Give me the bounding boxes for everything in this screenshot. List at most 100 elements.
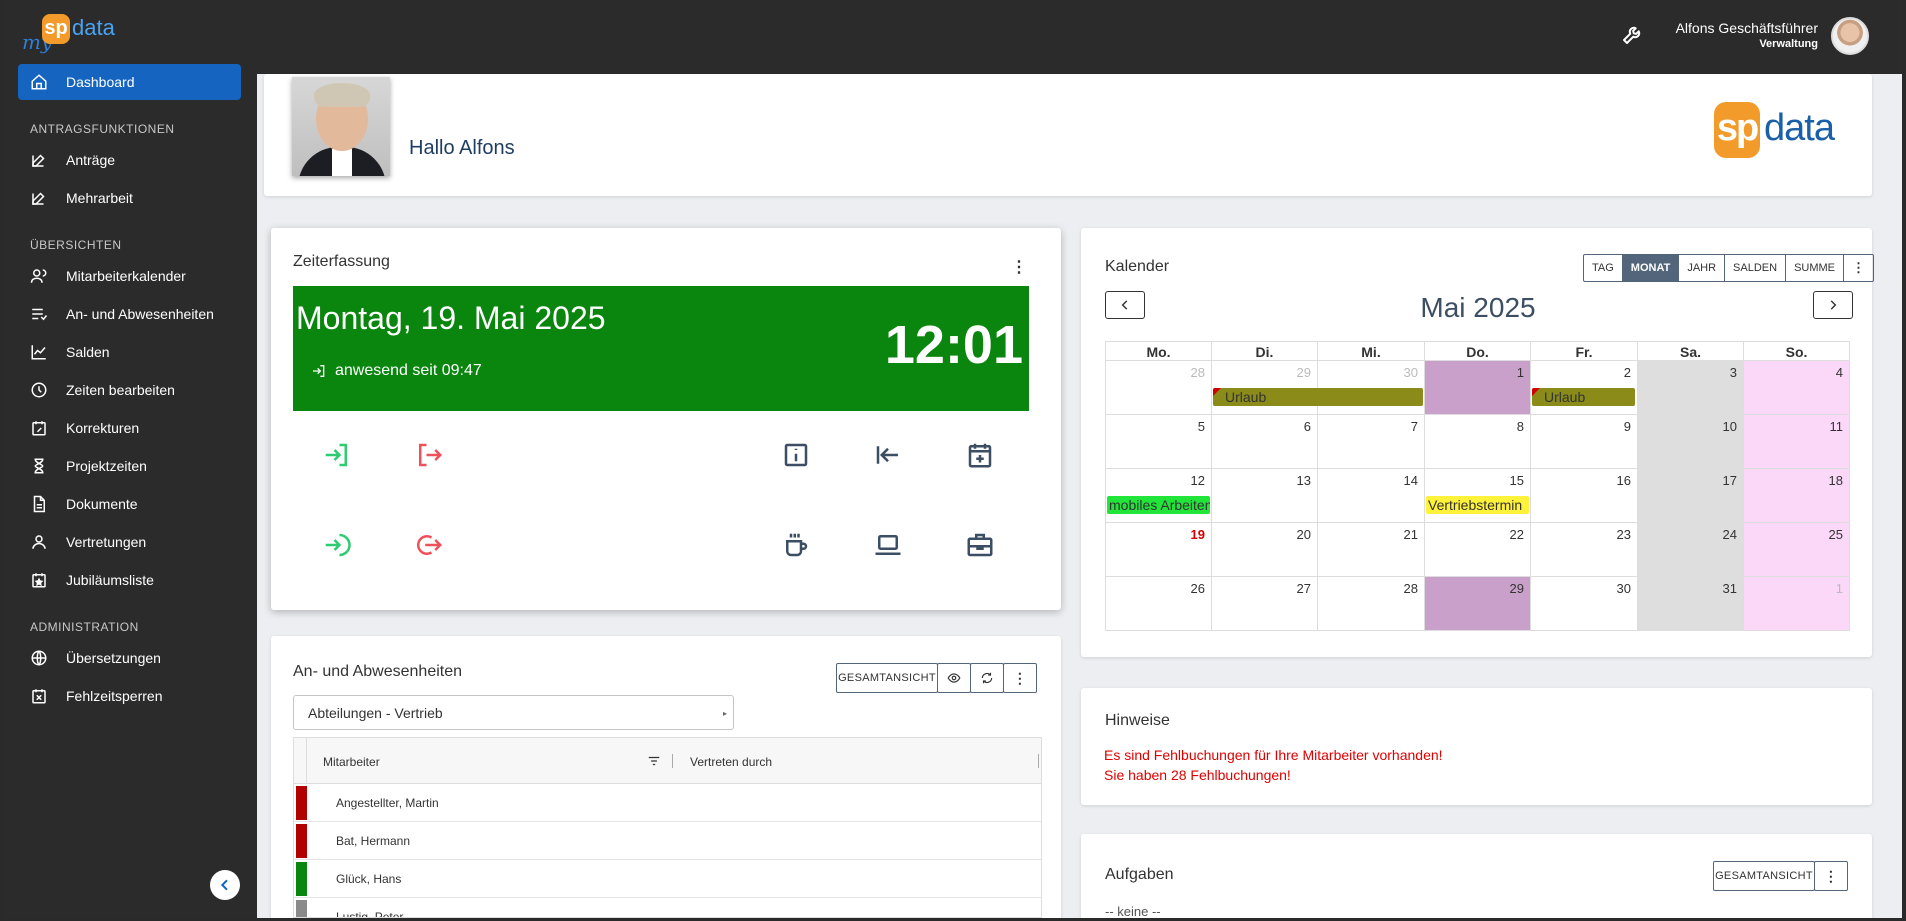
calendar-day[interactable]: 27 [1211, 576, 1318, 631]
calendar-day-sunday[interactable]: 4 [1743, 360, 1850, 415]
kommen-button[interactable] [317, 435, 357, 475]
calendar-day[interactable]: 23 [1530, 522, 1638, 577]
sidebar-item-fehlzeitsperren[interactable]: Fehlzeitsperren [18, 678, 241, 714]
calendar-day-weekend[interactable]: 17 [1637, 468, 1744, 523]
zeiterfassung-menu-button[interactable]: ⋮ [1004, 252, 1034, 282]
calendar-day[interactable]: 22 [1424, 522, 1531, 577]
calendar-day-weekend[interactable]: 10 [1637, 414, 1744, 469]
info-icon [784, 443, 808, 467]
kalender-menu-button[interactable]: ⋮ [1844, 255, 1873, 281]
employee-name: Lustig, Peter [336, 910, 404, 918]
calendar-day[interactable]: 30 [1530, 576, 1638, 631]
user-name[interactable]: Alfons Geschäftsführer [1676, 20, 1818, 36]
info-button[interactable] [776, 435, 816, 475]
view-monat-button[interactable]: MONAT [1622, 255, 1680, 281]
gehen-button[interactable] [409, 435, 449, 475]
calendar-add-button[interactable] [960, 435, 1000, 475]
calendar-day-weekend[interactable]: 3 [1637, 360, 1744, 415]
table-row[interactable]: Bat, Hermann [294, 822, 1041, 860]
calendar-day[interactable]: 7 [1317, 414, 1425, 469]
sidebar-item-anwesenheiten[interactable]: An- und Abwesenheiten [18, 296, 241, 332]
table-row[interactable]: Angestellter, Martin [294, 784, 1041, 822]
filter-icon[interactable] [647, 754, 661, 768]
view-tag-button[interactable]: TAG [1584, 255, 1623, 281]
aufgaben-gesamtansicht-button[interactable]: GESAMTANSICHT [1713, 861, 1815, 891]
calendar-day-today[interactable]: 19 [1105, 522, 1212, 577]
event-urlaub[interactable]: Urlaub [1532, 388, 1635, 406]
sidebar-item-korrekturen[interactable]: Korrekturen [18, 410, 241, 446]
employee-name: Bat, Hermann [336, 834, 411, 848]
event-mobiles-arbeiten[interactable]: mobiles Arbeiten [1107, 496, 1210, 514]
calendar-day-weekend[interactable]: 31 [1637, 576, 1744, 631]
calendar-day[interactable]: 26 [1105, 576, 1212, 631]
calendar-day[interactable]: 9 [1530, 414, 1638, 469]
pause-button[interactable] [776, 525, 816, 565]
view-salden-button[interactable]: SALDEN [1725, 255, 1787, 281]
wrench-icon[interactable] [1621, 22, 1647, 48]
calendar-day-sunday[interactable]: 11 [1743, 414, 1850, 469]
calendar-day-sunday[interactable]: 18 [1743, 468, 1850, 523]
back-button[interactable] [868, 435, 908, 475]
calendar-day[interactable]: 28 [1105, 360, 1212, 415]
abteilung-select[interactable]: Abteilungen - Vertrieb ▸ [293, 695, 734, 730]
brand-sp: sp [42, 14, 70, 44]
calendar-day-sunday[interactable]: 1 [1743, 576, 1850, 631]
calendar-day-weekend[interactable]: 24 [1637, 522, 1744, 577]
weekday-header: Sa. [1637, 341, 1744, 361]
calendar-day-sunday[interactable]: 25 [1743, 522, 1850, 577]
calendar-day[interactable]: 6 [1211, 414, 1318, 469]
brand-logo[interactable]: my sp data [18, 8, 128, 62]
chart-line-icon [31, 345, 46, 360]
sidebar-item-dokumente[interactable]: Dokumente [18, 486, 241, 522]
hint-fehlbuchungen-count[interactable]: Sie haben 28 Fehlbuchungen! [1104, 767, 1291, 783]
col-mitarbeiter[interactable]: Mitarbeiter [323, 755, 380, 769]
user-avatar[interactable] [1831, 17, 1869, 55]
presence-status-text: anwesend seit 09:47 [335, 362, 482, 379]
refresh-button[interactable] [970, 663, 1004, 693]
calendar-day[interactable]: 16 [1530, 468, 1638, 523]
calendar-x-icon [32, 689, 46, 704]
sidebar-item-jubilaeum[interactable]: Jubiläumsliste [18, 562, 241, 598]
view-jahr-button[interactable]: JAHR [1679, 255, 1726, 281]
event-urlaub[interactable]: Urlaub [1213, 388, 1423, 406]
collapse-sidebar-button[interactable] [210, 870, 240, 900]
calendar-day-holiday[interactable]: 29 [1424, 576, 1531, 631]
view-button[interactable] [937, 663, 971, 693]
dienstgang-kommen-button[interactable] [317, 525, 357, 565]
calendar-day[interactable]: 21 [1317, 522, 1425, 577]
coffee-icon [786, 533, 808, 557]
event-vertriebstermin[interactable]: Vertriebstermin [1426, 496, 1529, 514]
edit-icon [32, 154, 45, 167]
dienstgang-gehen-button[interactable] [409, 525, 449, 565]
prev-month-button[interactable] [1105, 291, 1145, 319]
sidebar-item-dashboard[interactable]: Dashboard [18, 64, 241, 100]
calendar-day[interactable]: 14 [1317, 468, 1425, 523]
sidebar-item-mehrarbeit[interactable]: Mehrarbeit [18, 180, 241, 216]
sidebar-item-zeiten[interactable]: Zeiten bearbeiten [18, 372, 241, 408]
table-row[interactable]: Glück, Hans [294, 860, 1041, 898]
laptop-icon [875, 535, 901, 555]
sidebar-item-mitarbeiterkalender[interactable]: Mitarbeiterkalender [18, 258, 241, 294]
status-marker [296, 862, 307, 896]
calendar-day-holiday[interactable]: 1 [1424, 360, 1531, 415]
sidebar-item-projektzeiten[interactable]: Projektzeiten [18, 448, 241, 484]
calendar-day[interactable]: 5 [1105, 414, 1212, 469]
sidebar-item-salden[interactable]: Salden [18, 334, 241, 370]
sidebar-item-vertretungen[interactable]: Vertretungen [18, 524, 241, 560]
view-summe-button[interactable]: SUMME [1786, 255, 1845, 281]
sidebar-item-antraege[interactable]: Anträge [18, 142, 241, 178]
col-vertreten[interactable]: Vertreten durch [690, 755, 772, 769]
aufgaben-menu-button[interactable]: ⋮ [1814, 861, 1848, 891]
next-month-button[interactable] [1813, 291, 1853, 319]
calendar-day[interactable]: 28 [1317, 576, 1425, 631]
calendar-day[interactable]: 8 [1424, 414, 1531, 469]
anwesenheiten-menu-button[interactable]: ⋮ [1003, 663, 1037, 693]
hint-fehlbuchungen-mitarbeiter[interactable]: Es sind Fehlbuchungen für Ihre Mitarbeit… [1104, 747, 1443, 763]
calendar-day[interactable]: 20 [1211, 522, 1318, 577]
homeoffice-button[interactable] [868, 525, 908, 565]
gesamtansicht-button[interactable]: GESAMTANSICHT [836, 663, 938, 693]
table-row[interactable]: Lustig, Peter [294, 898, 1041, 918]
calendar-day[interactable]: 13 [1211, 468, 1318, 523]
sidebar-item-uebersetzungen[interactable]: Übersetzungen [18, 640, 241, 676]
dienstreise-button[interactable] [960, 525, 1000, 565]
